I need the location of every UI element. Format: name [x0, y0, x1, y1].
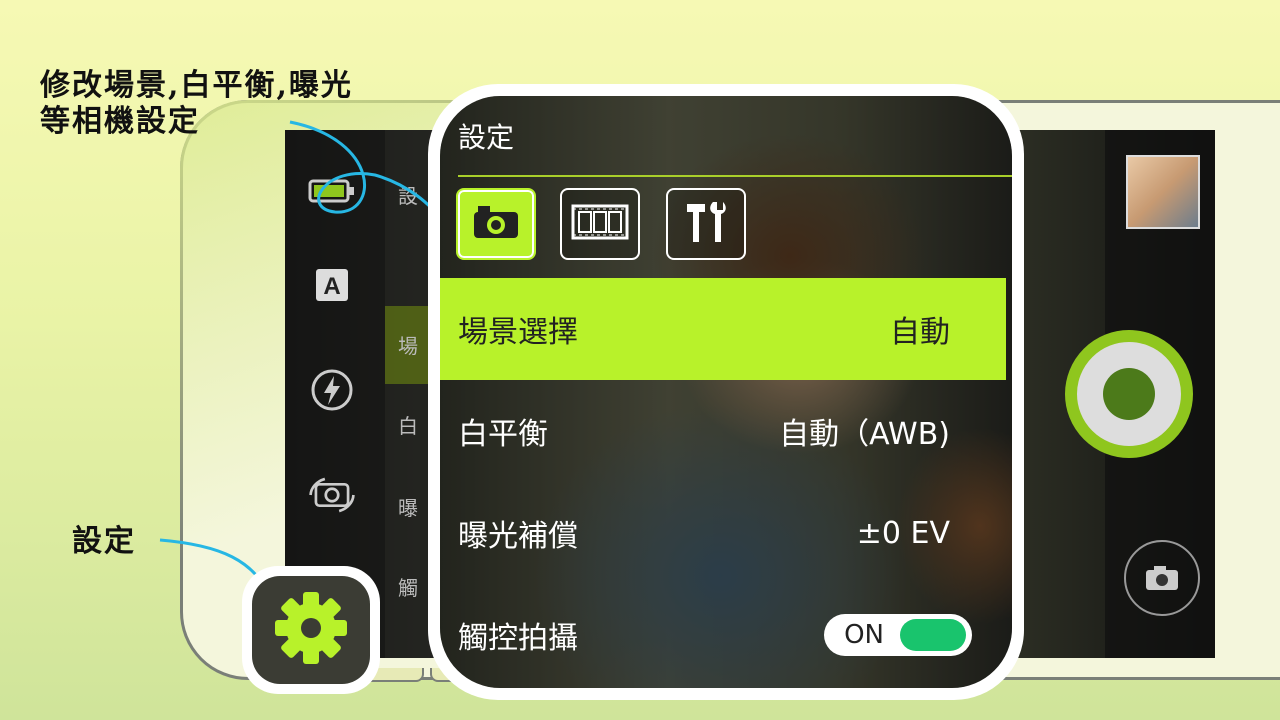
row-scene-selection[interactable]: 場景選擇 自動: [440, 278, 1006, 380]
toggle-label: ON: [844, 620, 884, 650]
row-label: 觸控拍攝: [458, 621, 578, 656]
camera-icon: [472, 204, 520, 244]
gear-icon: [273, 590, 349, 670]
row-value: ±0 EV: [856, 515, 950, 551]
tab-video[interactable]: [560, 188, 640, 260]
settings-button[interactable]: [252, 576, 370, 684]
settings-title: 設定: [458, 121, 515, 154]
tab-tools[interactable]: [666, 188, 746, 260]
touch-capture-toggle[interactable]: ON: [824, 614, 972, 656]
row-label: 場景選擇: [458, 315, 578, 350]
row-value: 自動: [890, 315, 950, 350]
row-value: 自動（AWB): [779, 417, 950, 452]
row-touch-capture[interactable]: 觸控拍攝 ON: [440, 584, 1006, 686]
callout-arrow: [289, 120, 450, 227]
row-label: 曝光補償: [458, 519, 578, 554]
title-divider: [458, 175, 1012, 177]
row-label: 白平衡: [458, 417, 548, 452]
row-exposure-compensation[interactable]: 曝光補償 ±0 EV: [440, 482, 1006, 584]
magnified-settings-panel: 設定 場景選擇 自動 白平衡 自動（AWB) 曝光補償 ±0 EV 觸控拍攝 O…: [440, 96, 1012, 688]
film-icon: [571, 202, 629, 246]
row-white-balance[interactable]: 白平衡 自動（AWB): [440, 380, 1006, 482]
tab-camera[interactable]: [456, 188, 536, 260]
toggle-knob: [900, 619, 966, 651]
tools-icon: [683, 198, 729, 250]
